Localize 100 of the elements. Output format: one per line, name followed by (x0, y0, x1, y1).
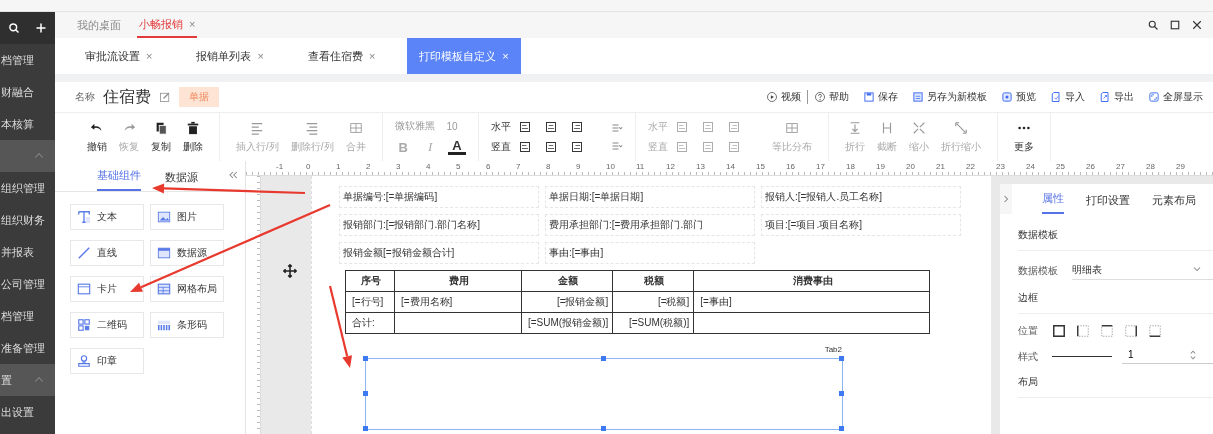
component-item[interactable]: 印章 (70, 348, 144, 374)
table-cell: [=行号] (345, 291, 395, 313)
sidebar-item[interactable]: 准备管理 (0, 332, 55, 364)
align-icon[interactable] (570, 121, 583, 133)
app-tab[interactable]: 我的桌面 (75, 13, 123, 37)
name-label: 名称 (75, 90, 95, 104)
resize-handle[interactable] (601, 426, 606, 431)
template-field[interactable]: 单据日期:[=单据日期] (545, 186, 755, 208)
sidebar-item[interactable]: 本核算 (0, 108, 55, 140)
export-icon (1099, 91, 1111, 103)
component-item[interactable]: 条形码 (150, 312, 224, 338)
table-icon (348, 120, 363, 135)
panel-tab[interactable]: 打印设置 (1086, 193, 1130, 214)
header-action[interactable]: 帮助 (814, 90, 849, 104)
align-icon[interactable] (518, 121, 531, 133)
resize-handle[interactable] (363, 391, 368, 396)
resize-handle[interactable] (839, 391, 844, 396)
page-tab[interactable]: 查看住宿费 × (295, 38, 388, 74)
property-label: 位置 (1018, 324, 1038, 338)
template-field[interactable]: 项目:[=项目.项目名称] (761, 214, 961, 236)
sidebar-item[interactable]: 并报表 (0, 236, 55, 268)
header-action[interactable]: 导入 (1050, 90, 1085, 104)
border-position-icon[interactable] (1100, 324, 1114, 338)
line-icon (77, 246, 91, 260)
align-icon[interactable] (518, 141, 531, 153)
sidebar-item[interactable]: 档管理 (0, 44, 55, 76)
component-item[interactable]: 卡片 (70, 276, 144, 302)
header-action[interactable]: 保存 (863, 90, 898, 104)
edit-icon[interactable] (159, 91, 171, 103)
align-label: 竖直 (490, 140, 511, 154)
sidebar-item[interactable]: 组织管理 (0, 172, 55, 204)
template-field[interactable]: 事由:[=事由] (545, 242, 755, 264)
table-icon (784, 120, 799, 135)
property-label: 样式 (1018, 349, 1038, 364)
template-field[interactable]: 报销人:[=报销人.员工名称] (761, 186, 961, 208)
shrink-icon (911, 120, 926, 135)
rows-icon (250, 120, 265, 135)
toolbar-button[interactable]: 更多 (1009, 120, 1038, 154)
sidebar-item[interactable]: 财融合 (0, 76, 55, 108)
header-action[interactable]: 预览 (1001, 90, 1036, 104)
component-item[interactable]: 文本 (70, 204, 144, 230)
border-position-icon[interactable] (1076, 324, 1090, 338)
trash-icon (186, 120, 200, 135)
search-icon[interactable] (1147, 19, 1159, 31)
toolbar-button[interactable]: 删除 (179, 120, 207, 154)
panel-tab[interactable]: 属性 (1042, 191, 1064, 214)
component-item[interactable]: 直线 (70, 240, 144, 266)
panel-tab[interactable]: 基础组件 (97, 168, 141, 191)
toolbar-button[interactable]: 撤销 (83, 120, 111, 154)
template-select[interactable]: 明细表 (1072, 261, 1213, 280)
border-position-icon[interactable] (1124, 324, 1138, 338)
detail-table[interactable]: 序号 费用 金额 税额 消费事由 [=行号] [=费用名称] [=报销金额] [=税额] [=事由] 合计: [=SUM(报销金额)] [=SUM(税额)] (345, 270, 931, 334)
column-header: 金额 (521, 270, 613, 292)
template-field[interactable]: 报销金额[=报销金额合计] (339, 242, 539, 264)
header-action[interactable]: 另存为新模板 (912, 90, 987, 104)
resize-handle[interactable] (363, 356, 368, 361)
border-position-icon[interactable] (1052, 324, 1066, 338)
template-field[interactable]: 报销部门:[=报销部门.部门名称] (339, 214, 539, 236)
sidebar-item[interactable]: 档管理 (0, 300, 55, 332)
template-field[interactable]: 单据编号:[=单据编码] (339, 186, 539, 208)
fullscreen-icon (1148, 91, 1160, 103)
panel-tab[interactable]: 元素布局 (1152, 193, 1196, 214)
page-tab[interactable]: 报销单列表 × (184, 38, 276, 74)
search-icon[interactable] (7, 22, 20, 34)
align-icon[interactable] (544, 141, 557, 153)
width-stepper[interactable]: 1 (1122, 349, 1213, 364)
restore-icon[interactable] (1169, 19, 1181, 31)
panel-tab[interactable]: 数据源 (165, 170, 198, 191)
resize-handle[interactable] (363, 426, 368, 431)
save-icon (912, 91, 924, 103)
component-item[interactable]: 二维码 (70, 312, 144, 338)
sidebar-item[interactable]: 出设置 (0, 396, 55, 428)
header-action[interactable]: 导出 (1099, 90, 1134, 104)
resize-handle[interactable] (601, 356, 606, 361)
section-title: 边框 (1018, 291, 1213, 314)
component-item[interactable]: 图片 (150, 204, 224, 230)
toolbar-button[interactable]: 复制 (147, 120, 175, 154)
color-button[interactable]: A (448, 139, 466, 155)
sidebar-item[interactable]: 公司管理 (0, 268, 55, 300)
component-item[interactable]: 数据源 (150, 240, 224, 266)
header-action[interactable]: 视频 (766, 90, 808, 104)
align-icon[interactable] (570, 141, 583, 153)
page-tab[interactable]: 审批流设置 × (73, 38, 165, 74)
align-label: 竖直 (647, 140, 668, 154)
component-item[interactable]: 网格布局 (150, 276, 224, 302)
align-label: 水平 (490, 120, 511, 134)
template-field[interactable]: 费用承担部门:[=费用承担部门.部门 (545, 214, 755, 236)
section-title: 数据模板 (1018, 228, 1213, 251)
border-position-icon[interactable] (1148, 324, 1162, 338)
close-icon[interactable] (1191, 19, 1203, 31)
move-icon[interactable] (283, 264, 297, 278)
sidebar-item[interactable]: 组织财务 (0, 204, 55, 236)
align-label: 水平 (647, 120, 668, 134)
resize-handle[interactable] (839, 356, 844, 361)
align-icon[interactable] (544, 121, 557, 133)
header-action[interactable]: 全屏显示 (1148, 90, 1203, 104)
sidebar-section[interactable]: 置 (0, 364, 55, 396)
resize-handle[interactable] (839, 426, 844, 431)
plus-icon[interactable] (35, 22, 48, 34)
type-tag: 单据 (179, 87, 219, 107)
